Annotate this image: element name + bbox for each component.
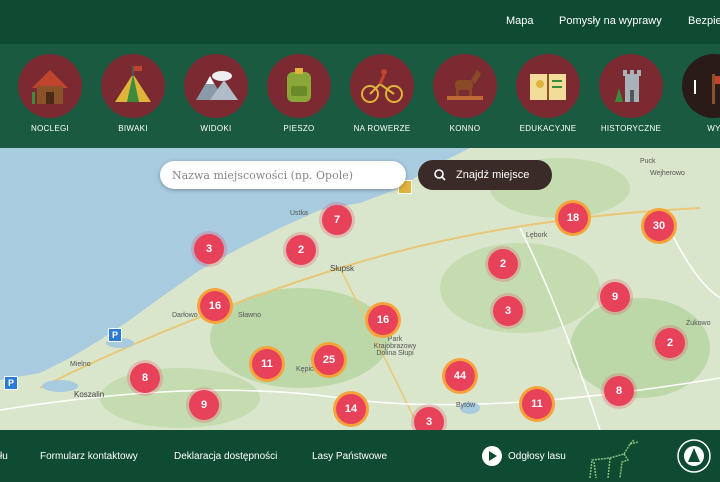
cabin-icon <box>18 54 82 118</box>
map-cluster[interactable]: 2 <box>286 235 316 265</box>
category-biwaki[interactable]: BIWAKI <box>91 54 175 133</box>
place-label: Wejherowo <box>650 170 685 177</box>
parking-marker[interactable]: P <box>108 328 122 342</box>
mountains-icon <box>184 54 248 118</box>
place-label: Darłowo <box>172 312 198 319</box>
map-cluster[interactable]: 7 <box>322 205 352 235</box>
find-place-button[interactable]: Znajdź miejsce <box>418 160 552 190</box>
nav-link-ideas[interactable]: Pomysły na wyprawy <box>559 15 662 27</box>
backpack-icon <box>267 54 331 118</box>
category-edukacyjne[interactable]: EDUKACYJNE <box>506 54 590 133</box>
cyclist-icon <box>350 54 414 118</box>
category-label: KONNO <box>449 124 481 133</box>
map-cluster[interactable]: 2 <box>655 328 685 358</box>
map-cluster[interactable]: 16 <box>368 305 398 335</box>
place-label: Koszalin <box>74 390 105 399</box>
place-label: Kępice <box>296 366 318 373</box>
map-cluster[interactable]: 14 <box>336 394 366 424</box>
footer-link-accessibility[interactable]: Deklaracja dostępności <box>174 451 277 462</box>
place-label: Ustka <box>290 210 308 217</box>
place-label: Żukowo <box>686 320 711 327</box>
footer-link-contact[interactable]: Formularz kontaktowy <box>40 451 138 462</box>
search-input[interactable] <box>160 161 406 189</box>
map-view[interactable]: Ustka Słupsk Darłowo Sławno Mielno Kosza… <box>0 148 720 430</box>
map-cluster[interactable]: 18 <box>558 203 588 233</box>
footer-link-lasy[interactable]: Lasy Państwowe <box>312 451 387 462</box>
category-pieszo[interactable]: PIESZO <box>257 54 341 133</box>
top-navigation: Mapa Pomysły na wyprawy Bezpie <box>0 0 720 44</box>
horse-icon <box>433 54 497 118</box>
category-widoki[interactable]: WIDOKI <box>174 54 258 133</box>
footer: łu Formularz kontaktowy Deklaracja dostę… <box>0 430 720 482</box>
map-cluster[interactable]: 25 <box>314 345 344 375</box>
place-label: Lębork <box>526 232 548 239</box>
category-na-rowerze[interactable]: NA ROWERZE <box>340 54 424 133</box>
category-label: BIWAKI <box>118 124 148 133</box>
map-cluster[interactable]: 11 <box>252 349 282 379</box>
place-label: Bytów <box>456 402 476 409</box>
map-cluster[interactable]: 8 <box>604 376 634 406</box>
map-cluster[interactable]: 8 <box>130 363 160 393</box>
category-konno[interactable]: KONNO <box>423 54 507 133</box>
category-label: NA ROWERZE <box>353 124 411 133</box>
map-cluster[interactable]: 9 <box>600 282 630 312</box>
place-label: Mielno <box>70 361 91 368</box>
category-label: NOCLEGI <box>30 124 70 133</box>
category-label: EDUKACYJNE <box>519 124 577 133</box>
forest-sounds-link[interactable]: Odgłosy lasu <box>508 451 566 462</box>
category-noclegi[interactable]: NOCLEGI <box>8 54 92 133</box>
nav-link-safety[interactable]: Bezpie <box>688 15 720 27</box>
lasy-panstwowe-logo <box>677 439 711 473</box>
book-icon <box>516 54 580 118</box>
find-place-label: Znajdź miejsce <box>456 169 530 181</box>
tower-icon <box>599 54 663 118</box>
search-icon <box>434 169 446 181</box>
category-historyczne[interactable]: HISTORYCZNE <box>589 54 673 133</box>
deer-icon <box>589 439 639 479</box>
place-label: Słupsk <box>330 264 355 273</box>
footer-link[interactable]: łu <box>0 451 8 462</box>
map-cluster[interactable]: 9 <box>189 390 219 420</box>
map-cluster[interactable]: 16 <box>200 291 230 321</box>
map-cluster[interactable]: 3 <box>493 296 523 326</box>
category-label: PIESZO <box>283 124 315 133</box>
category-label: WIDOKI <box>200 124 232 133</box>
map-cluster[interactable]: 11 <box>522 389 552 419</box>
map-cluster[interactable]: 2 <box>488 249 518 279</box>
map-cluster[interactable]: 30 <box>644 211 674 241</box>
place-label: Sławno <box>238 312 261 319</box>
map-cluster[interactable]: 3 <box>194 234 224 264</box>
nav-link-map[interactable]: Mapa <box>506 15 534 27</box>
map-cluster[interactable]: 3 <box>414 407 444 430</box>
category-wy[interactable]: WY <box>672 54 720 133</box>
signpost-icon <box>682 54 720 118</box>
category-label: WY <box>707 124 720 133</box>
category-strip: NOCLEGI BIWAKI WIDOKI PIESZO NA ROWERZE … <box>0 44 720 148</box>
tent-icon <box>101 54 165 118</box>
map-cluster[interactable]: 44 <box>445 361 475 391</box>
play-icon[interactable] <box>482 446 502 466</box>
place-label: Park Krajobrazowy Dolina Słupi <box>373 336 417 357</box>
parking-marker[interactable]: P <box>4 376 18 390</box>
category-label: HISTORYCZNE <box>600 124 662 133</box>
place-label: Puck <box>640 158 656 165</box>
